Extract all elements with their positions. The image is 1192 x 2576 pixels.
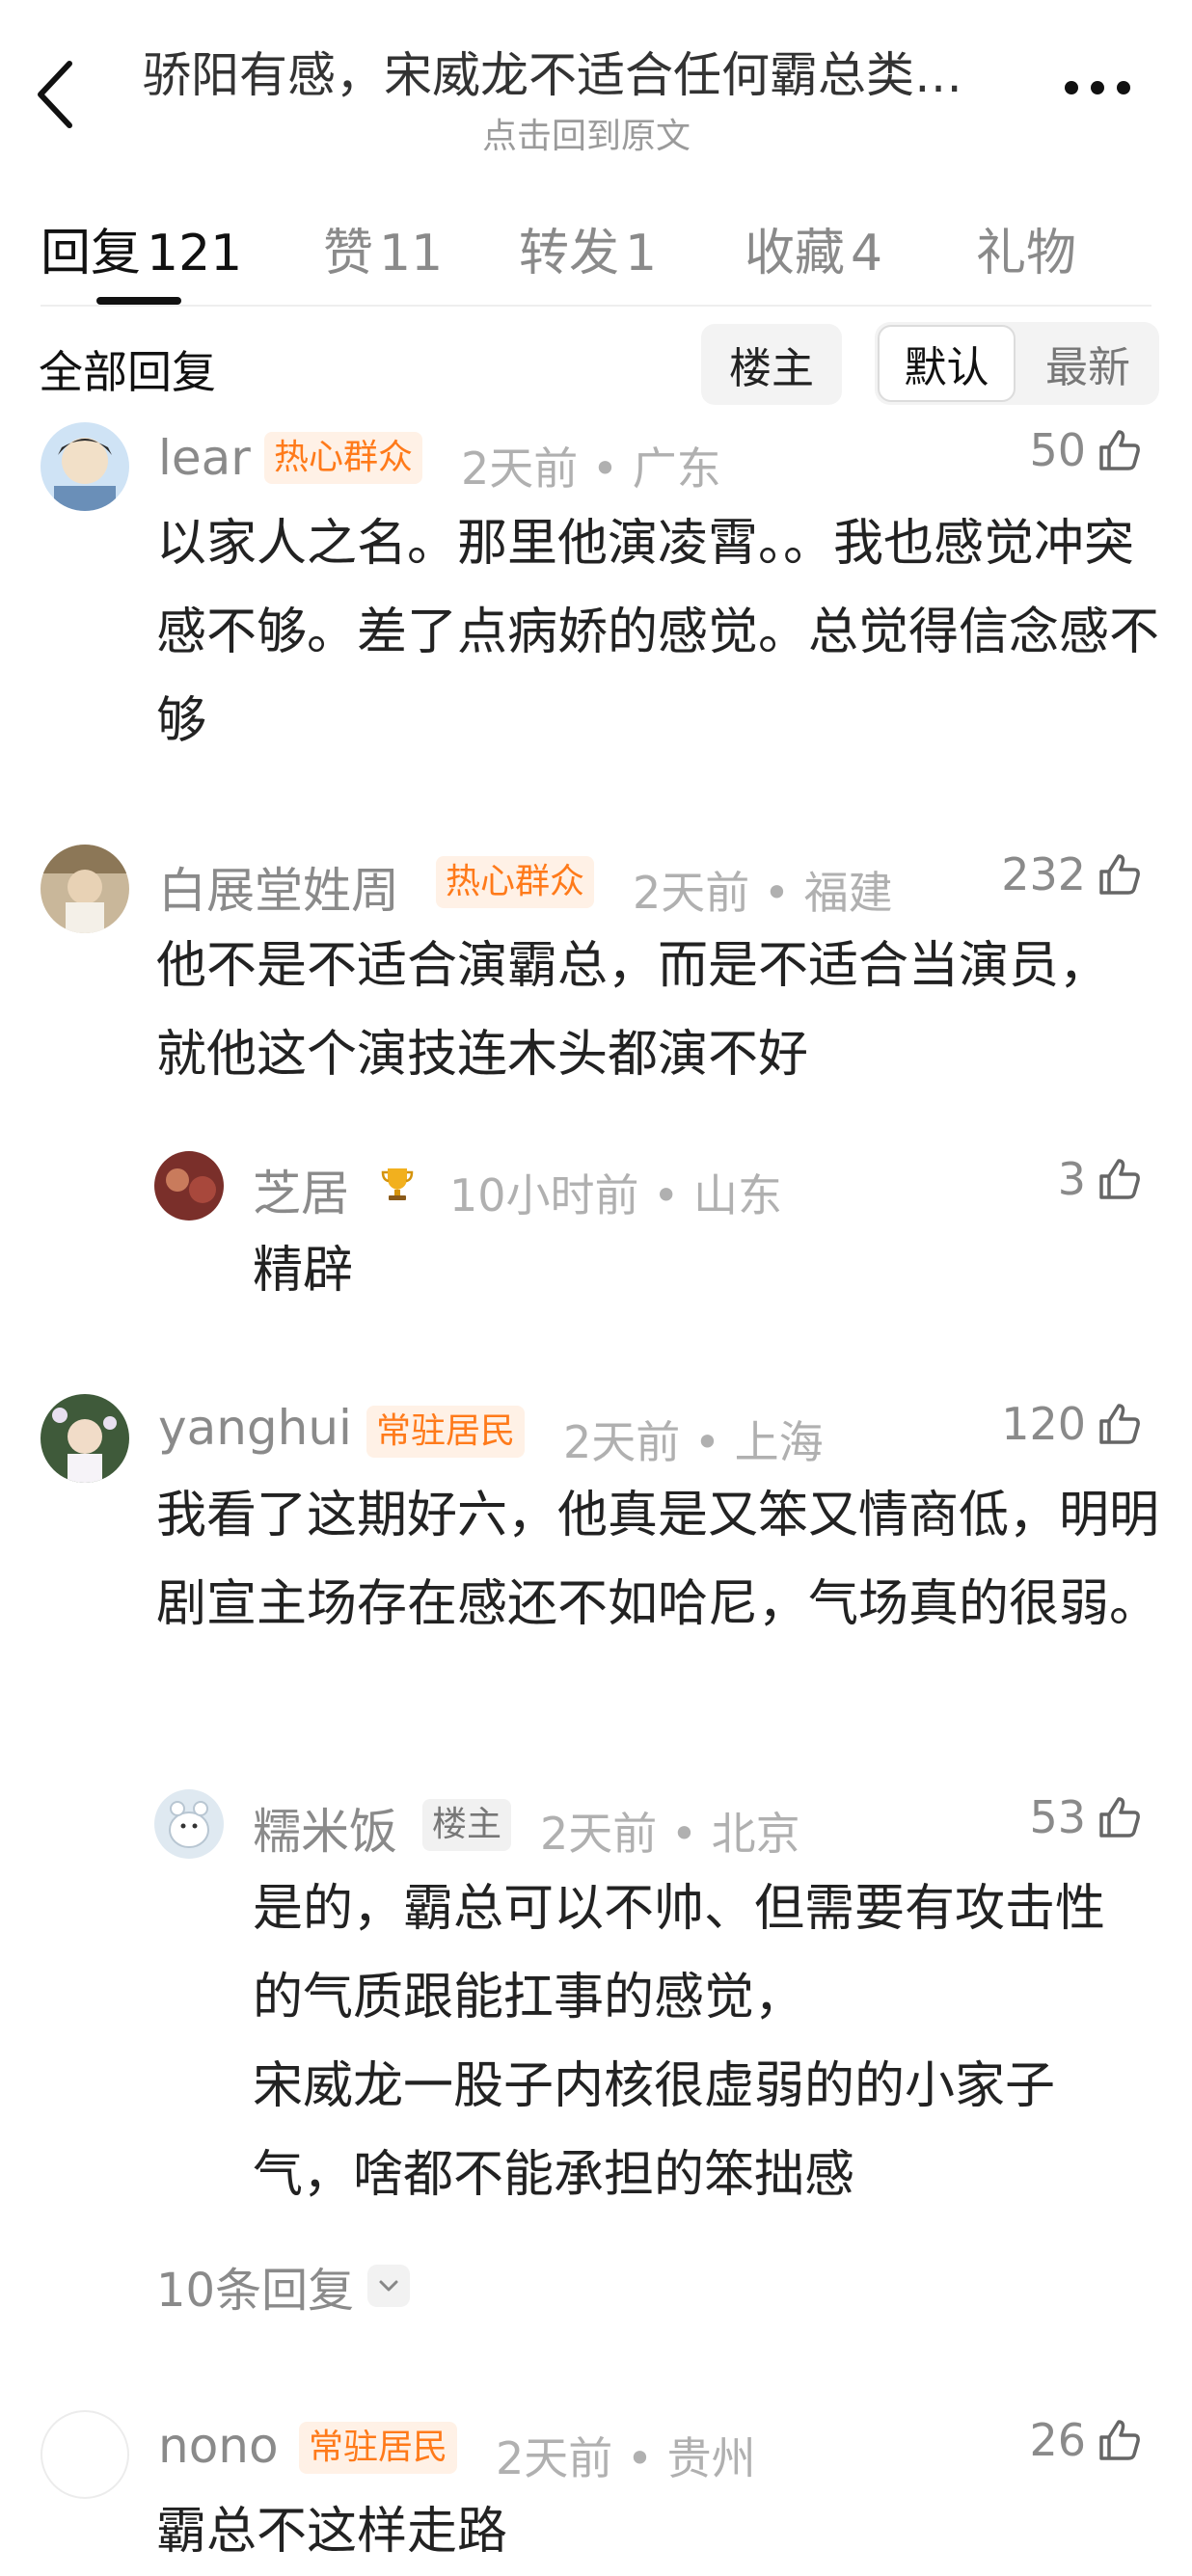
comment-meta: 2天前 • 广东: [461, 443, 721, 495]
like-icon[interactable]: [1096, 2416, 1142, 2462]
like-icon[interactable]: [1096, 426, 1142, 472]
comment-meta: 2天前 • 贵州: [496, 2432, 756, 2484]
comment-time: 2天前: [496, 2432, 613, 2484]
comment-text: 我看了这期好六，他真是又笨又情商低，明明剧宣主场存在感还不如哈尼，气场真的很弱。: [156, 1487, 1160, 1633]
tab-likes[interactable]: 赞 11: [323, 212, 443, 284]
tab-label: 转发: [519, 225, 620, 282]
tab-count: 4: [851, 225, 883, 282]
like-icon[interactable]: [1096, 1793, 1142, 1839]
like-icon[interactable]: [1096, 1400, 1142, 1446]
reply-location: 北京: [711, 1808, 800, 1860]
comment-location: 上海: [734, 1416, 824, 1468]
comment-username[interactable]: 白展堂姓周: [158, 852, 399, 922]
tab-label: 回复: [41, 225, 142, 282]
like-count: 120: [1001, 1398, 1086, 1450]
like-icon[interactable]: [1096, 850, 1142, 897]
avatar[interactable]: [41, 845, 129, 933]
user-badge: 常驻居民: [366, 1406, 526, 1458]
comment-username[interactable]: nono: [158, 2418, 279, 2474]
op-badge: 楼主: [422, 1799, 512, 1851]
avatar[interactable]: [154, 1151, 224, 1221]
divider: [41, 305, 1151, 307]
reply-meta: 2天前 • 北京: [540, 1808, 800, 1860]
comment-time: 2天前: [461, 443, 579, 495]
comment-username[interactable]: lear: [158, 430, 251, 486]
like-count: 232: [1001, 848, 1086, 900]
tab-label: 礼物: [976, 225, 1077, 282]
trophy-icon: [380, 1165, 415, 1203]
tab-active-indicator: [96, 297, 181, 305]
sort-newest-button[interactable]: 最新: [1020, 325, 1155, 402]
comment-text: 以家人之名。那里他演凌霄。。我也感觉冲突感不够。差了点病娇的感觉。总觉得信念感不…: [156, 515, 1160, 750]
page-title[interactable]: 骄阳有感，宋威龙不适合任何霸总类…: [143, 37, 1059, 106]
like-icon[interactable]: [1096, 1155, 1142, 1201]
avatar[interactable]: [41, 1394, 129, 1483]
comment-time: 2天前: [563, 1416, 681, 1468]
comment-location: 福建: [803, 867, 893, 919]
all-replies-label: 全部回复: [39, 346, 216, 398]
tab-label: 收藏: [745, 225, 846, 282]
reply-username[interactable]: 糯米饭: [253, 1793, 397, 1863]
tab-count: 11: [379, 225, 444, 282]
user-badge: 热心群众: [436, 856, 595, 908]
like-count: 26: [1029, 2414, 1086, 2466]
op-only-button[interactable]: 楼主: [701, 324, 842, 405]
more-replies-label: 10条回复: [156, 2264, 355, 2318]
tab-reposts[interactable]: 转发 1: [519, 212, 657, 284]
comment-text: 他不是不适合演霸总，而是不适合当演员，就他这个演技连木头都演不好: [156, 937, 1110, 1084]
comment-username[interactable]: yanghui: [158, 1400, 352, 1456]
comment-location: 广东: [632, 443, 721, 495]
tab-count: 121: [147, 225, 243, 282]
more-options-icon[interactable]: [1065, 81, 1132, 100]
user-badge: 热心群众: [264, 432, 423, 484]
like-count: 53: [1029, 1791, 1086, 1843]
back-to-original-link[interactable]: 点击回到原文: [482, 108, 691, 158]
tab-label: 赞: [323, 225, 374, 282]
tab-favorites[interactable]: 收藏 4: [745, 212, 882, 284]
chevron-down-icon: [367, 2265, 411, 2307]
reply-meta: 10小时前 • 山东: [449, 1169, 782, 1221]
comment-meta: 2天前 • 福建: [633, 867, 893, 919]
reply-text: 是的，霸总可以不帅、但需要有攻击性的气质跟能扛事的感觉， 宋威龙一股子内核很虚弱…: [253, 1880, 1106, 2204]
comment-time: 2天前: [633, 867, 750, 919]
reply-location: 山东: [692, 1169, 782, 1221]
reply-time: 10小时前: [449, 1169, 639, 1221]
view-more-replies-button[interactable]: 10条回复: [156, 2252, 411, 2320]
tab-gifts[interactable]: 礼物: [976, 212, 1076, 284]
comment-meta: 2天前 • 上海: [563, 1416, 824, 1468]
like-count: 50: [1029, 424, 1086, 476]
avatar[interactable]: [41, 422, 129, 511]
sort-default-button[interactable]: 默认: [878, 325, 1016, 402]
comment-text: 霸总不这样走路: [156, 2503, 508, 2561]
user-badge: 常驻居民: [299, 2422, 458, 2474]
tab-count: 1: [625, 225, 658, 282]
back-icon[interactable]: [33, 56, 87, 133]
comment-location: 贵州: [666, 2432, 756, 2484]
tab-replies[interactable]: 回复 121: [41, 212, 242, 284]
avatar[interactable]: [41, 2410, 129, 2499]
like-count: 3: [1057, 1153, 1086, 1205]
reply-text: 精辟: [253, 1242, 354, 1300]
reply-username[interactable]: 芝居: [253, 1155, 349, 1224]
reply-time: 2天前: [540, 1808, 658, 1860]
avatar[interactable]: [154, 1789, 224, 1859]
